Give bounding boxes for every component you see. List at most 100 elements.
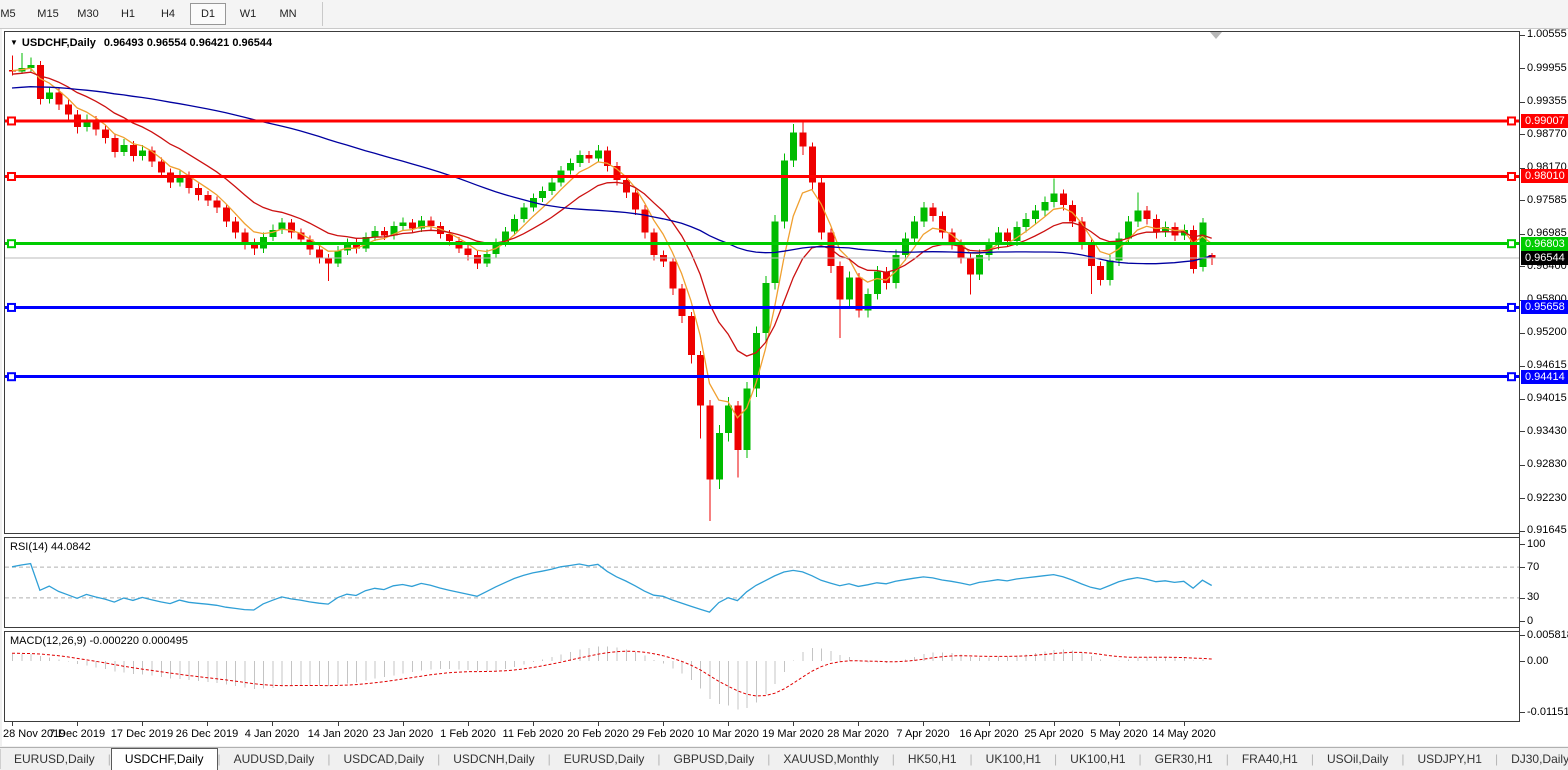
- level-line-0.95658[interactable]: [5, 304, 1519, 311]
- date-label: 11 Feb 2020: [503, 728, 564, 740]
- date-label: 16 Apr 2020: [959, 728, 1018, 740]
- price-tick-label: 0.92230: [1527, 492, 1567, 504]
- chart-tab-eurusd-daily[interactable]: EURUSD,Daily: [1, 750, 108, 769]
- rsi-indicator-label: RSI(14) 44.0842: [10, 541, 91, 553]
- level-line-0.96803[interactable]: [5, 240, 1519, 247]
- date-tick-mark: [403, 722, 404, 726]
- rsi-tick-mark: [1519, 621, 1525, 622]
- price-tick-label: 0.99355: [1527, 95, 1567, 107]
- macd-tick-mark: [1519, 661, 1525, 662]
- macd-tick-label: 0.005818: [1527, 629, 1568, 641]
- date-tick-mark: [923, 722, 924, 726]
- chart-tab-hk50-h1[interactable]: HK50,H1: [895, 750, 970, 769]
- timeframe-button-mn[interactable]: MN: [270, 3, 306, 25]
- price-tick-mark: [1519, 531, 1525, 532]
- chart-shift-marker-icon[interactable]: [1210, 32, 1222, 39]
- macd-tick-mark: [1519, 712, 1525, 713]
- date-label: 14 May 2020: [1152, 728, 1216, 740]
- date-label: 20 Feb 2020: [567, 728, 629, 740]
- chart-tab-usoil-daily[interactable]: USOil,Daily: [1314, 750, 1401, 769]
- rsi-tick-label: 0: [1527, 615, 1533, 627]
- price-tick-label: 0.97585: [1527, 194, 1567, 206]
- date-tick-mark: [793, 722, 794, 726]
- price-tick-label: 0.98770: [1527, 128, 1567, 140]
- timeframe-button-w1[interactable]: W1: [230, 3, 266, 25]
- timeframe-group: M5M15M30H1H4D1W1MN: [0, 3, 308, 25]
- price-tick-label: 0.93430: [1527, 425, 1567, 437]
- date-label: 10 Mar 2020: [697, 728, 759, 740]
- macd-tick-label: 0.00: [1527, 655, 1548, 667]
- price-tick-mark: [1519, 366, 1525, 367]
- ma-medium-line: [12, 72, 1212, 356]
- chart-tab-usdchf-daily[interactable]: USDCHF,Daily: [111, 748, 218, 770]
- date-label: 23 Jan 2020: [373, 728, 434, 740]
- price-tick-mark: [1519, 35, 1525, 36]
- level-line-0.98010[interactable]: [5, 173, 1519, 180]
- date-label: 14 Jan 2020: [308, 728, 369, 740]
- date-tick-mark: [1119, 722, 1120, 726]
- price-badge-level[interactable]: 0.96803: [1521, 237, 1568, 251]
- date-label: 7 Apr 2020: [896, 728, 949, 740]
- date-tick-mark: [142, 722, 143, 726]
- price-tick-mark: [1519, 102, 1525, 103]
- chart-tab-eurusd-daily[interactable]: EURUSD,Daily: [551, 750, 658, 769]
- chart-tab-xauusd-monthly[interactable]: XAUUSD,Monthly: [770, 750, 891, 769]
- macd-tick-label: -0.011514: [1527, 706, 1568, 718]
- macd-indicator-label: MACD(12,26,9) -0.000220 0.000495: [10, 635, 188, 647]
- price-badge-level[interactable]: 0.99007: [1521, 114, 1568, 128]
- date-label: 5 May 2020: [1090, 728, 1147, 740]
- date-tick-mark: [207, 722, 208, 726]
- date-label: 26 Dec 2019: [176, 728, 238, 740]
- symbol-label: USDCHF,Daily: [22, 37, 96, 49]
- date-label: 29 Feb 2020: [632, 728, 694, 740]
- rsi-tick-label: 30: [1527, 591, 1539, 603]
- price-tick-mark: [1519, 465, 1525, 466]
- rsi-tick-mark: [1519, 544, 1525, 545]
- chart-tab-uk100-h1[interactable]: UK100,H1: [1057, 750, 1138, 769]
- timeframe-button-d1[interactable]: D1: [190, 3, 226, 25]
- chart-tab-fra40-h1[interactable]: FRA40,H1: [1229, 750, 1311, 769]
- chart-tab-usdcad-daily[interactable]: USDCAD,Daily: [330, 750, 437, 769]
- price-tick-mark: [1519, 200, 1525, 201]
- ohlc-values: 0.96493 0.96554 0.96421 0.96544: [104, 37, 272, 49]
- date-label: 28 Mar 2020: [827, 728, 889, 740]
- timeframe-button-m15[interactable]: M15: [30, 3, 66, 25]
- price-tick-label: 1.00555: [1527, 28, 1567, 40]
- price-tick-mark: [1519, 134, 1525, 135]
- date-tick-mark: [468, 722, 469, 726]
- date-tick-mark: [728, 722, 729, 726]
- price-badge-level[interactable]: 0.94414: [1521, 370, 1568, 384]
- chart-tab-uk100-h1[interactable]: UK100,H1: [973, 750, 1054, 769]
- price-tick-label: 0.91645: [1527, 524, 1567, 536]
- rsi-tick-mark: [1519, 598, 1525, 599]
- timeframe-button-h4[interactable]: H4: [150, 3, 186, 25]
- chart-title: ▼ USDCHF,Daily 0.96493 0.96554 0.96421 0.9…: [10, 37, 272, 49]
- rsi-tick-label: 70: [1527, 561, 1539, 573]
- price-badge-level[interactable]: 0.95658: [1521, 300, 1568, 314]
- date-label: 25 Apr 2020: [1024, 728, 1083, 740]
- date-label: 17 Dec 2019: [111, 728, 173, 740]
- rsi-chart-canvas[interactable]: [5, 538, 1519, 627]
- timeframe-button-h1[interactable]: H1: [110, 3, 146, 25]
- chart-tab-gbpusd-daily[interactable]: GBPUSD,Daily: [661, 750, 768, 769]
- date-label: 19 Mar 2020: [762, 728, 824, 740]
- chart-tab-dj30-daily[interactable]: DJ30,Daily: [1498, 750, 1568, 769]
- price-tick-mark: [1519, 68, 1525, 69]
- date-tick-mark: [598, 722, 599, 726]
- macd-tick-mark: [1519, 635, 1525, 636]
- timeframe-button-m30[interactable]: M30: [70, 3, 106, 25]
- price-chart-canvas[interactable]: [5, 32, 1519, 533]
- chart-tab-usdjpy-h1[interactable]: USDJPY,H1: [1404, 750, 1494, 769]
- level-line-0.99007[interactable]: [5, 117, 1519, 124]
- date-tick-mark: [533, 722, 534, 726]
- chart-tab-ger30-h1[interactable]: GER30,H1: [1142, 750, 1226, 769]
- date-tick-mark: [858, 722, 859, 726]
- macd-chart-canvas[interactable]: [5, 632, 1519, 721]
- timeframe-button-m5[interactable]: M5: [0, 3, 26, 25]
- chart-tab-audusd-daily[interactable]: AUDUSD,Daily: [221, 750, 328, 769]
- symbol-dropdown-icon[interactable]: ▼: [10, 38, 18, 47]
- level-line-0.94414[interactable]: [5, 373, 1519, 380]
- price-badge-level[interactable]: 0.98010: [1521, 169, 1568, 183]
- price-tick-label: 0.99955: [1527, 62, 1567, 74]
- chart-tab-usdcnh-daily[interactable]: USDCNH,Daily: [440, 750, 547, 769]
